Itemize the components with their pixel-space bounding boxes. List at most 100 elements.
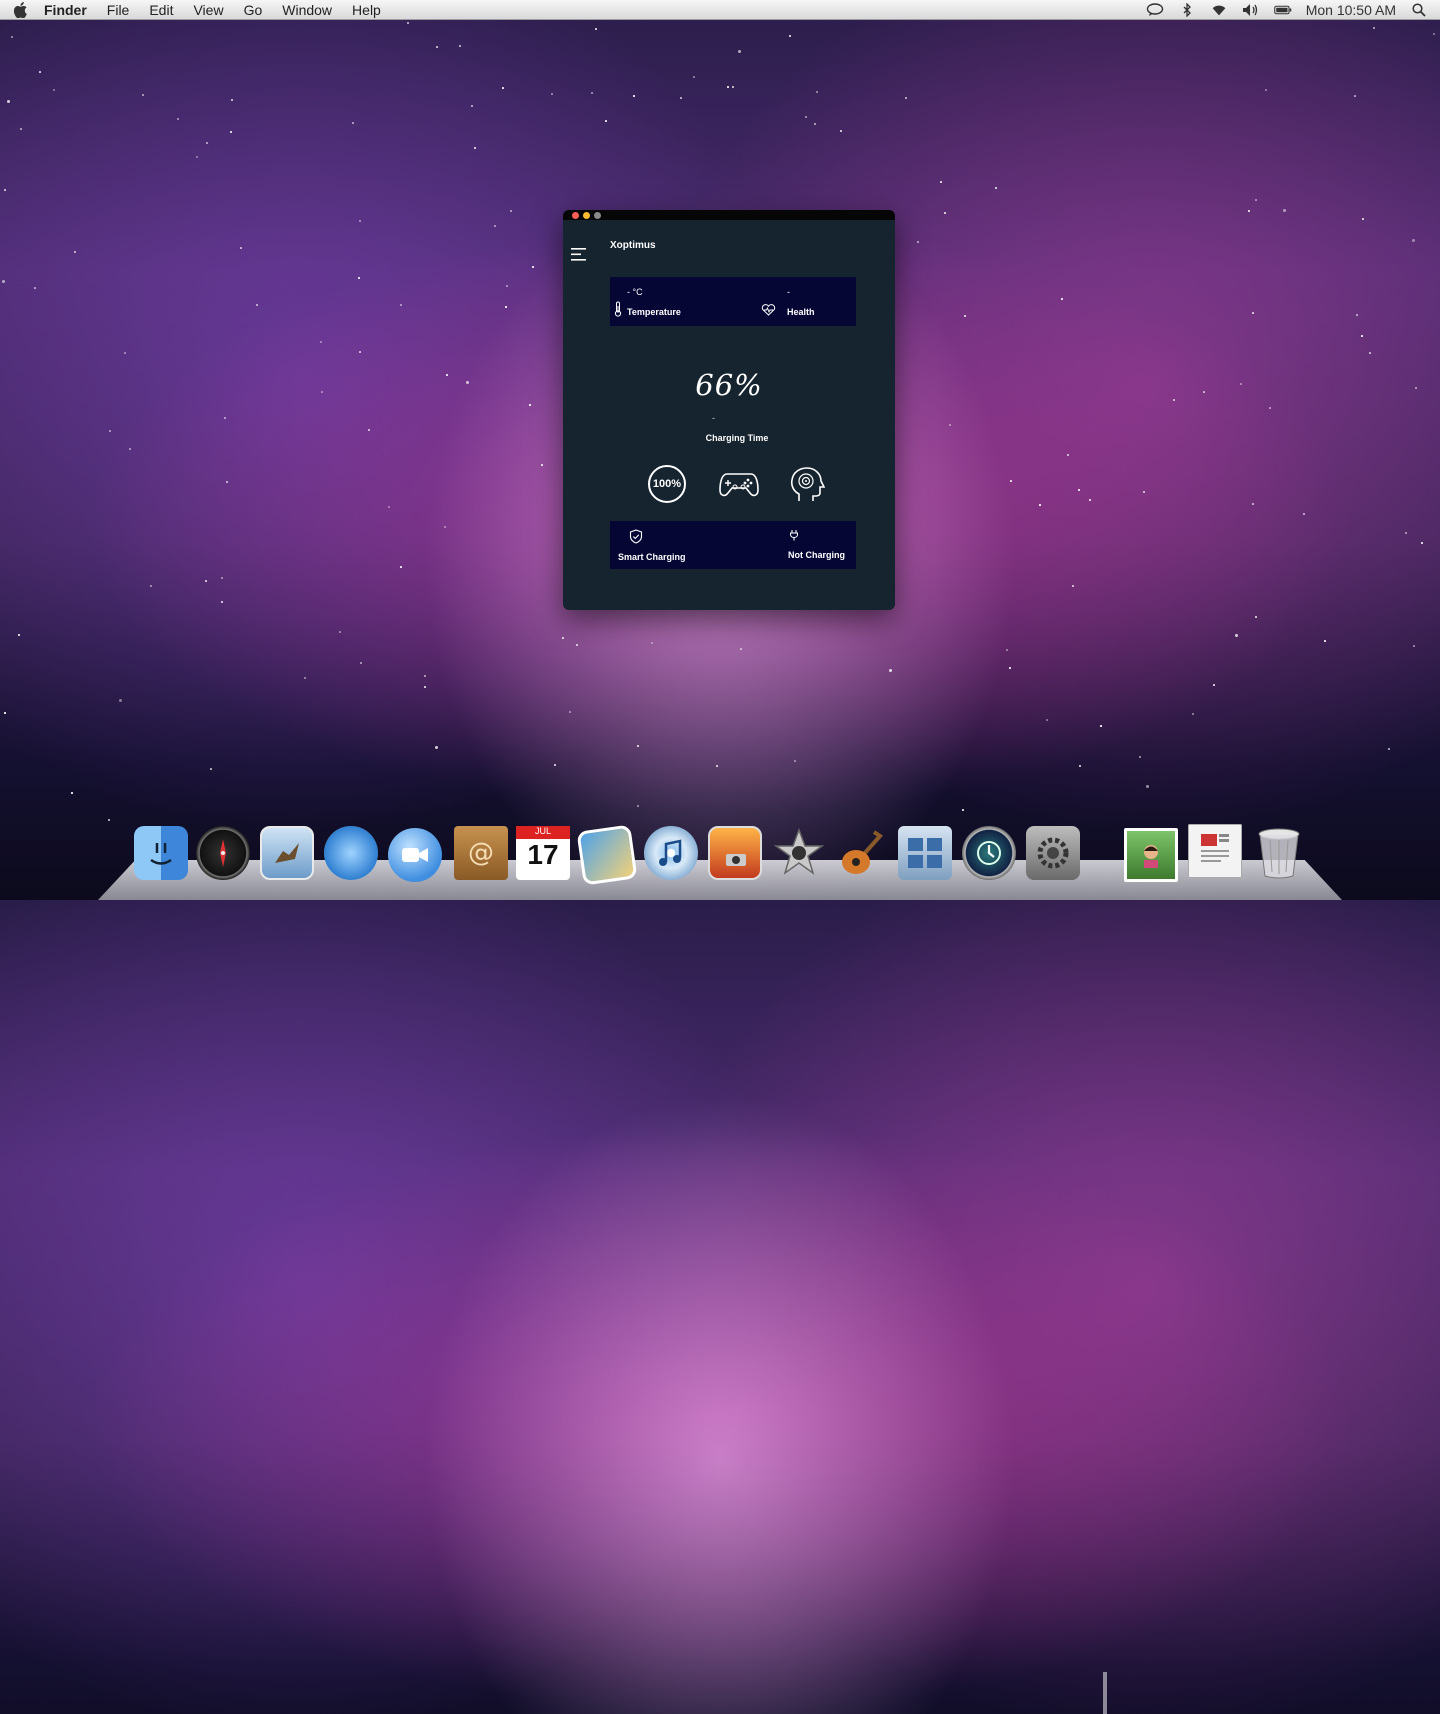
star — [1235, 634, 1238, 637]
full-charge-mode-icon[interactable]: 100% — [647, 464, 687, 504]
star — [206, 142, 208, 144]
charging-time-label: Charging Time — [705, 433, 769, 443]
menu-view[interactable]: View — [193, 2, 223, 18]
ical-month: JUL — [516, 826, 570, 839]
menu-window[interactable]: Window — [282, 2, 332, 18]
menu-go[interactable]: Go — [244, 2, 263, 18]
address-book-dock-icon[interactable]: @ — [454, 826, 508, 880]
bluetooth-icon[interactable] — [1178, 3, 1196, 17]
star — [436, 46, 438, 48]
star — [1078, 489, 1080, 491]
star — [1421, 542, 1423, 544]
photos-stack-dock-icon[interactable] — [1124, 828, 1178, 882]
apple-menu-icon[interactable] — [14, 1, 30, 18]
star — [4, 189, 6, 191]
star — [71, 792, 73, 794]
hamburger-menu-icon[interactable] — [571, 248, 587, 261]
star — [889, 669, 892, 672]
charging-time-value: - — [712, 413, 715, 423]
iphoto-dock-icon[interactable] — [576, 824, 638, 886]
ical-dock-icon[interactable]: JUL 17 — [516, 826, 570, 880]
battery-icon[interactable] — [1273, 3, 1292, 17]
safari-dock-icon[interactable] — [324, 826, 378, 880]
gaming-mode-icon[interactable] — [718, 468, 760, 500]
window-titlebar[interactable] — [563, 210, 895, 220]
garageband-dock-icon[interactable] — [834, 826, 888, 880]
star — [1100, 725, 1102, 727]
ichat-dock-icon[interactable] — [388, 828, 442, 882]
star — [651, 642, 653, 644]
menu-edit[interactable]: Edit — [149, 2, 173, 18]
star — [1067, 454, 1069, 456]
star — [424, 675, 426, 677]
star — [320, 341, 322, 343]
star — [1240, 383, 1242, 385]
battery-stats-card: - °C Temperature - Health — [610, 277, 856, 326]
star — [446, 374, 448, 376]
star — [466, 381, 469, 384]
health-label: Health — [787, 307, 815, 317]
star — [1362, 218, 1364, 220]
star — [221, 577, 223, 579]
mail-dock-icon[interactable] — [260, 826, 314, 880]
finder-dock-icon[interactable] — [134, 826, 188, 880]
imovie-dock-icon[interactable] — [772, 826, 826, 880]
documents-stack-dock-icon[interactable] — [1188, 824, 1242, 878]
star — [142, 94, 144, 96]
shield-check-icon — [629, 529, 643, 544]
zoom-window-button[interactable] — [594, 211, 601, 219]
star — [532, 266, 534, 268]
star — [680, 97, 682, 99]
star — [1412, 239, 1415, 242]
star — [816, 91, 818, 93]
star — [814, 123, 816, 125]
time-machine-dock-icon[interactable] — [962, 826, 1016, 880]
close-window-button[interactable] — [572, 211, 579, 219]
volume-icon[interactable] — [1242, 3, 1260, 17]
xoptimus-window: Xoptimus - °C Temperature - Health 66% -… — [563, 210, 895, 610]
star — [304, 677, 306, 679]
star — [1009, 667, 1011, 669]
star — [1303, 513, 1305, 515]
star — [738, 50, 741, 53]
wifi-icon[interactable] — [1210, 3, 1228, 17]
star — [34, 287, 36, 289]
photo-booth-dock-icon[interactable] — [708, 826, 762, 880]
trash-dock-icon[interactable] — [1252, 826, 1306, 880]
star — [789, 35, 791, 37]
star — [569, 711, 571, 713]
star — [358, 277, 360, 279]
star — [368, 429, 370, 431]
menu-help[interactable]: Help — [352, 2, 381, 18]
star — [494, 225, 496, 227]
star — [53, 89, 55, 91]
star — [196, 156, 198, 158]
temperature-value: - °C — [627, 287, 643, 297]
star — [205, 580, 207, 582]
star — [1255, 616, 1257, 618]
menu-file[interactable]: File — [107, 2, 130, 18]
system-preferences-dock-icon[interactable] — [1026, 826, 1080, 880]
full-charge-label: 100% — [652, 478, 682, 490]
minimize-window-button[interactable] — [583, 211, 590, 219]
smart-mode-icon[interactable] — [787, 465, 825, 503]
star — [407, 22, 409, 24]
star — [917, 241, 919, 243]
star — [224, 417, 226, 419]
menu-finder[interactable]: Finder — [44, 2, 87, 18]
chat-icon[interactable] — [1146, 3, 1164, 17]
star — [551, 93, 553, 95]
star — [1388, 748, 1390, 750]
star — [359, 220, 361, 222]
star — [1010, 480, 1012, 482]
itunes-dock-icon[interactable] — [644, 826, 698, 880]
dashboard-dock-icon[interactable] — [196, 826, 250, 880]
menu-clock[interactable]: Mon 10:50 AM — [1306, 2, 1396, 18]
spaces-dock-icon[interactable] — [898, 826, 952, 880]
smart-charging-label[interactable]: Smart Charging — [618, 552, 686, 562]
star — [727, 86, 729, 88]
plug-icon — [789, 528, 799, 541]
thermometer-icon — [614, 301, 622, 317]
spotlight-search-icon[interactable] — [1410, 3, 1428, 17]
star — [1265, 89, 1267, 91]
